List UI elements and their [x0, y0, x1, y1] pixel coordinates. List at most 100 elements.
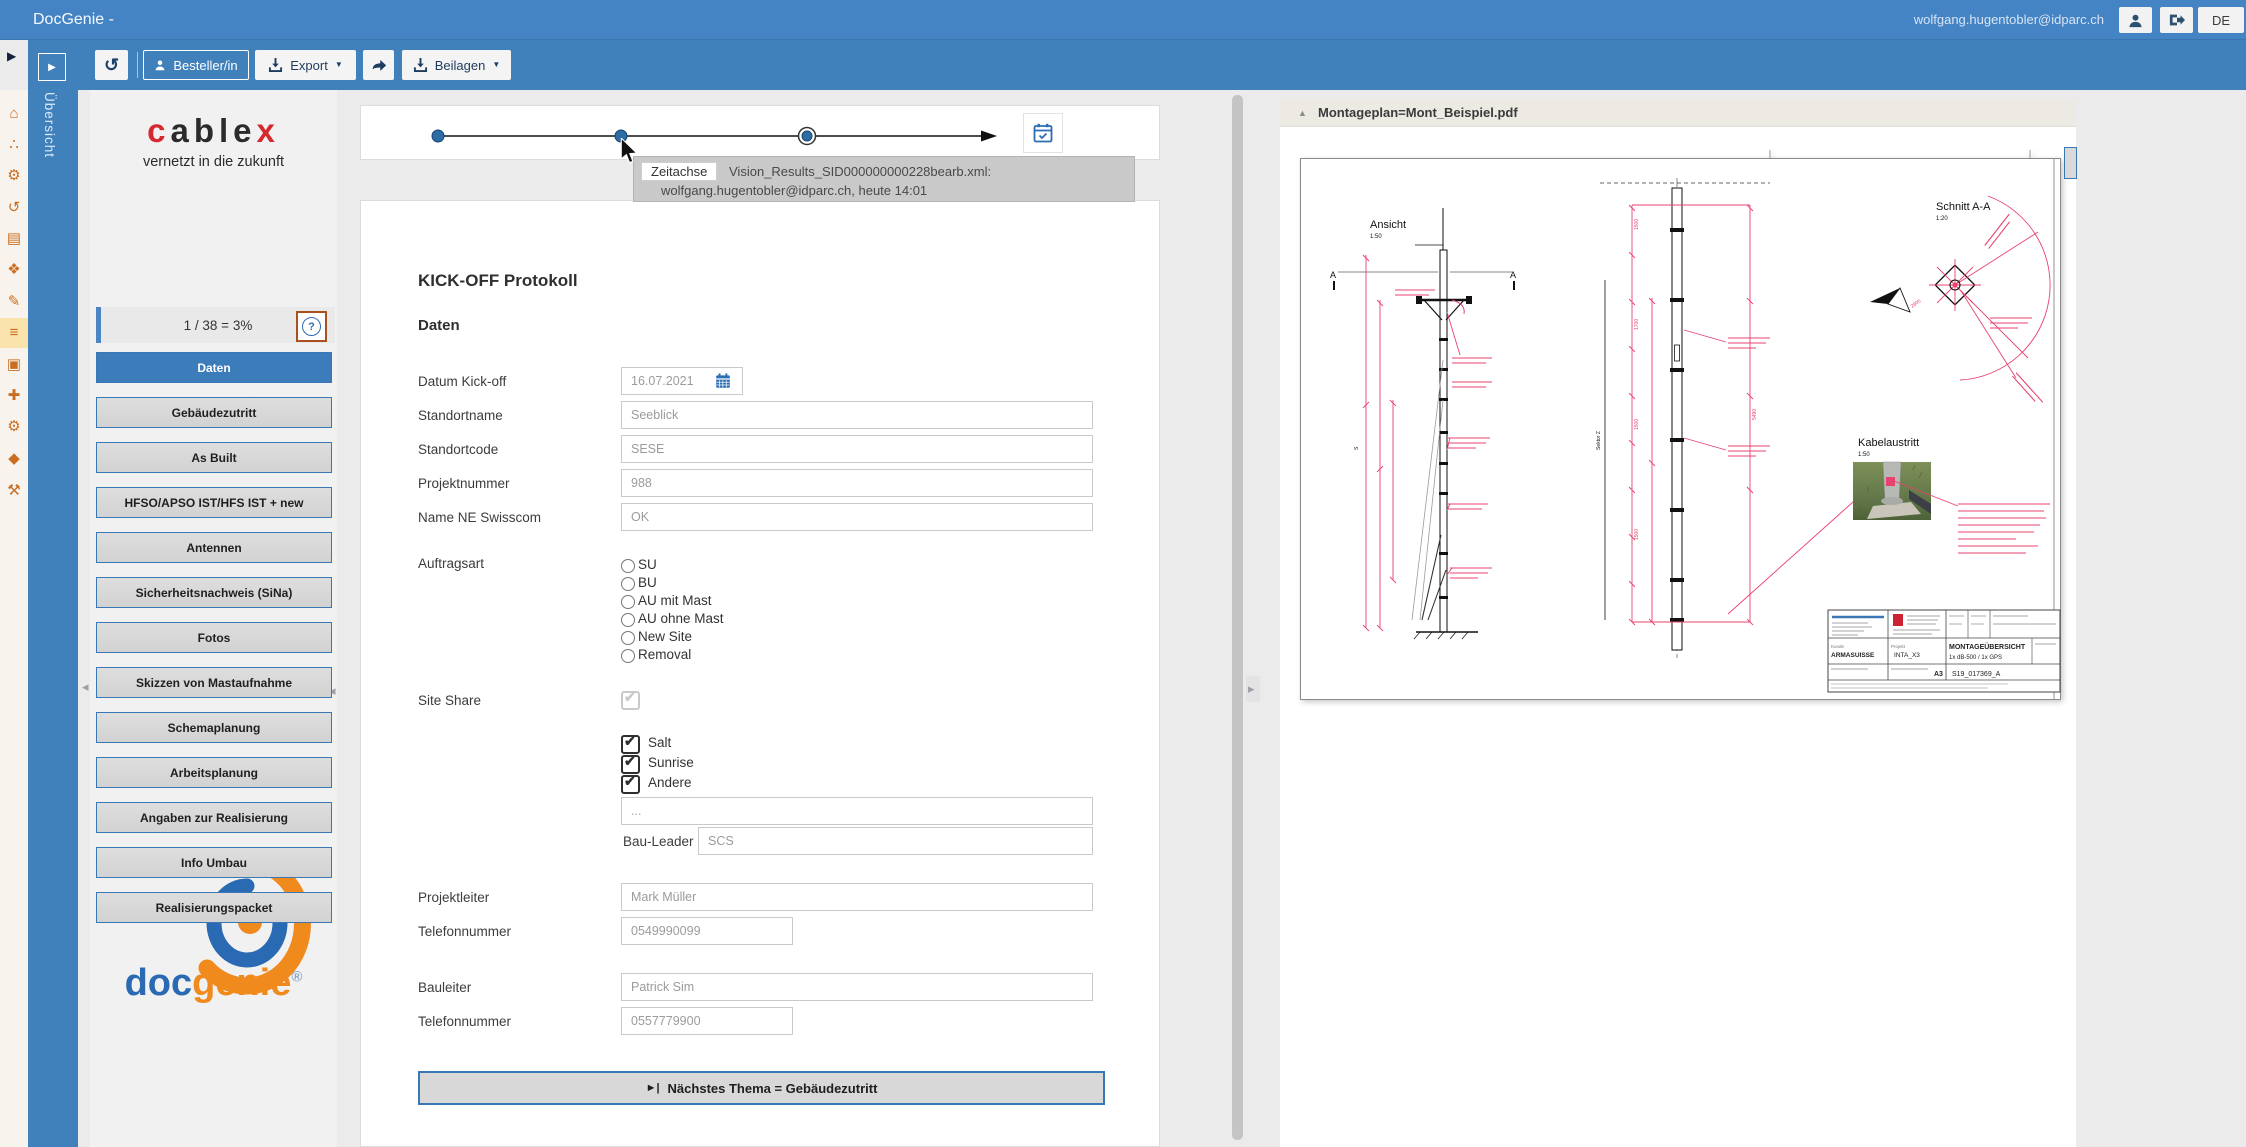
logo-letters: able	[170, 112, 256, 149]
paintbrush-icon[interactable]: ✎	[0, 288, 28, 316]
history-icon[interactable]: ↺	[0, 194, 28, 222]
sidebar-item-realisierungspacket[interactable]: Realisierungspacket	[96, 892, 332, 923]
standortname-input[interactable]	[621, 401, 1093, 429]
progress-indicator: 1 / 38 = 3% ?	[96, 307, 335, 343]
radio-bu[interactable]	[621, 577, 635, 591]
home-icon[interactable]: ⌂	[0, 100, 28, 128]
bauleiter-input[interactable]	[621, 973, 1093, 1001]
svg-text:Projekt: Projekt	[1891, 644, 1906, 649]
sidebar-item-as-built[interactable]: As Built	[96, 442, 332, 473]
andere-input[interactable]	[621, 797, 1093, 825]
sidebar-item-gebaeudezutritt[interactable]: Gebäudezutritt	[96, 397, 332, 428]
standortname-label: Standortname	[418, 408, 503, 423]
logout-button[interactable]	[2160, 7, 2193, 33]
tooltip-title: Zeitachse	[641, 162, 717, 181]
sidebar-item-skizzen[interactable]: Skizzen von Mastaufnahme	[96, 667, 332, 698]
panel-collapse-handle-left[interactable]: ◂	[82, 674, 89, 700]
radio-new-site[interactable]	[621, 631, 635, 645]
telefonnummer1-label: Telefonnummer	[418, 924, 511, 939]
activity-strip: ⌂ ∴ ⚙ ↺ ▤ ❖ ✎ ≡ ▣ ✚ ⚙ ◆ ⚒	[0, 90, 28, 1147]
sidebar-item-antennen[interactable]: Antennen	[96, 532, 332, 563]
sunrise-checkbox[interactable]	[621, 755, 640, 774]
site-share-checkbox[interactable]	[621, 691, 640, 710]
next-topic-button[interactable]: ►| Nächstes Thema = Gebäudezutritt	[418, 1071, 1105, 1105]
radio-su[interactable]	[621, 559, 635, 573]
top-bar: DocGenie - wolfgang.hugentobler@idparc.c…	[0, 0, 2246, 40]
sidebar-item-info-umbau[interactable]: Info Umbau	[96, 847, 332, 878]
radio-au-ohne-mast[interactable]	[621, 613, 635, 627]
name-ne-input[interactable]	[621, 503, 1093, 531]
telefonnummer1-input[interactable]	[621, 917, 793, 945]
radio-au-mit-mast[interactable]	[621, 595, 635, 609]
expand-arrows-icon[interactable]: ✚	[0, 382, 28, 410]
salt-checkbox[interactable]	[621, 735, 640, 754]
sidebar-item-arbeitsplanung[interactable]: Arbeitsplanung	[96, 757, 332, 788]
vertical-scrollbar[interactable]	[1232, 95, 1243, 1140]
pdf-panel-header[interactable]: ▲ Montageplan=Mont_Beispiel.pdf	[1280, 100, 2076, 127]
export-button[interactable]: Export ▼	[255, 50, 356, 80]
overview-expand-button[interactable]: ▶	[38, 53, 66, 81]
logo-letter: c	[147, 112, 170, 149]
bau-leader-input[interactable]	[698, 827, 1093, 855]
sidebar-item-angaben[interactable]: Angaben zur Realisierung	[96, 802, 332, 833]
cablex-slogan: vernetzt in die zukunft	[90, 154, 337, 170]
sidebar-item-sina[interactable]: Sicherheitsnachweis (SiNa)	[96, 577, 332, 608]
section-marker-a-right: A	[1510, 270, 1516, 280]
help-button[interactable]: ?	[296, 311, 327, 342]
wrench-icon[interactable]: ⚒	[0, 477, 28, 505]
tag-icon[interactable]: ◆	[0, 445, 28, 473]
salt-label: Salt	[648, 735, 671, 750]
caret-down-icon: ▼	[492, 61, 500, 69]
address-book-icon[interactable]: ▣	[0, 351, 28, 379]
sidebar-item-fotos[interactable]: Fotos	[96, 622, 332, 653]
logout-icon	[2169, 13, 2185, 27]
language-button[interactable]: DE	[2198, 7, 2244, 33]
undo-button[interactable]: ↺	[95, 50, 128, 80]
datum-label: Datum Kick-off	[418, 374, 506, 389]
timeline-dot-1[interactable]	[432, 130, 444, 142]
besteller-label: Besteller/in	[173, 58, 237, 73]
radio-bu-label: BU	[638, 575, 657, 590]
gears-icon[interactable]: ⚙	[0, 162, 28, 190]
strip-collapse-icon[interactable]: ▶	[7, 49, 16, 63]
projektnummer-input[interactable]	[621, 469, 1093, 497]
site-share-label: Site Share	[418, 693, 481, 708]
timeline-calendar-button[interactable]	[1023, 113, 1063, 153]
sidebar-item-schemaplanung[interactable]: Schemaplanung	[96, 712, 332, 743]
collapse-up-icon[interactable]: ▲	[1298, 100, 1307, 126]
cubes-icon[interactable]: ❖	[0, 256, 28, 284]
radio-removal[interactable]	[621, 649, 635, 663]
sidebar-item-hfso[interactable]: HFSO/APSO IST/HFS IST + new	[96, 487, 332, 518]
logo-genie: genie	[192, 962, 291, 1004]
list-icon[interactable]: ≡	[0, 318, 28, 348]
beilagen-button[interactable]: Beilagen ▼	[402, 50, 511, 80]
titleblock-subtitle: 1x dB-500 / 1x GPS	[1949, 655, 2002, 661]
user-profile-button[interactable]	[2119, 7, 2152, 33]
telefonnummer2-input[interactable]	[621, 1007, 793, 1035]
person-icon	[154, 59, 166, 71]
timeline-dot-3[interactable]	[802, 131, 812, 141]
beilagen-label: Beilagen	[435, 58, 486, 73]
svg-text:Sektor Z: Sektor Z	[1596, 431, 1602, 450]
pdf-scrollbar-thumb[interactable]	[2064, 147, 2077, 179]
projektleiter-input[interactable]	[621, 883, 1093, 911]
help-icon: ?	[302, 317, 321, 336]
nav-panel: cablex vernetzt in die zukunft 1 / 38 = …	[90, 90, 337, 1147]
book-icon[interactable]: ▤	[0, 225, 28, 253]
andere-checkbox[interactable]	[621, 775, 640, 794]
share-button[interactable]	[363, 50, 394, 80]
logo-letter: x	[257, 112, 280, 149]
section-title: Daten	[418, 317, 460, 334]
besteller-button[interactable]: Besteller/in	[143, 50, 249, 80]
calendar-icon[interactable]	[715, 373, 731, 389]
panel-expand-handle[interactable]: ▸	[1246, 676, 1260, 702]
svg-text:1500: 1500	[1634, 529, 1640, 540]
svg-text:5490: 5490	[1752, 409, 1758, 420]
sitemap-icon[interactable]: ∴	[0, 131, 28, 159]
gear-icon[interactable]: ⚙	[0, 413, 28, 441]
kabelaustritt-label: Kabelaustritt	[1858, 437, 1919, 449]
sidebar-item-daten[interactable]: Daten	[96, 352, 332, 383]
standortcode-input[interactable]	[621, 435, 1093, 463]
auftragsart-label: Auftragsart	[418, 556, 484, 571]
undo-icon: ↺	[104, 55, 119, 76]
